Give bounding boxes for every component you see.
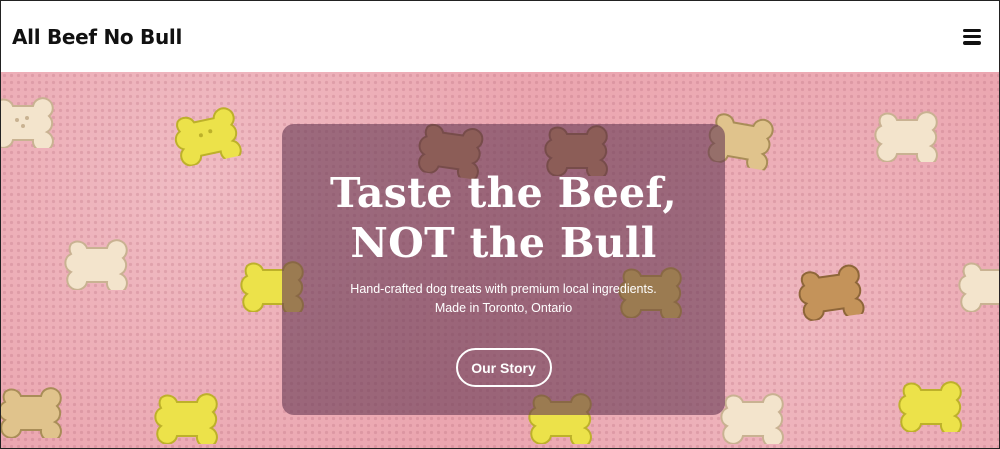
hero-subtitle-line: Hand-crafted dog treats with premium loc…	[350, 282, 657, 296]
hamburger-menu-icon[interactable]	[963, 28, 981, 45]
dog-bone-treat-image	[1, 97, 54, 148]
dog-bone-treat-image	[958, 262, 999, 312]
hero-title-line: NOT the Bull	[350, 219, 657, 267]
hero-subtitle-line: Made in Toronto, Ontario	[434, 301, 573, 315]
dog-bone-treat-image	[720, 393, 784, 444]
hero-subtitle: Hand-crafted dog treats with premium loc…	[350, 280, 656, 318]
dog-bone-treat-image	[154, 393, 218, 444]
site-header: All Beef No Bull	[1, 1, 999, 72]
dog-bone-treat-image	[798, 264, 865, 322]
hamburger-bar	[963, 28, 981, 32]
our-story-button[interactable]: Our Story	[455, 348, 552, 387]
dog-bone-treat-image	[1, 387, 62, 438]
hero-section: Taste the Beef, NOT the Bull Hand-crafte…	[1, 72, 999, 448]
dog-bone-treat-image	[64, 239, 128, 290]
dog-bone-treat-image	[874, 111, 938, 162]
hero-title: Taste the Beef, NOT the Bull	[330, 168, 677, 268]
dog-bone-treat-image	[898, 381, 962, 432]
page: All Beef No Bull Taste the Beef, NOT the…	[0, 0, 1000, 449]
hamburger-bar	[963, 34, 981, 39]
site-logo[interactable]: All Beef No Bull	[12, 25, 182, 49]
hamburger-bar	[963, 41, 981, 45]
hero-overlay-card: Taste the Beef, NOT the Bull Hand-crafte…	[282, 124, 725, 415]
hero-title-line: Taste the Beef,	[330, 169, 677, 217]
